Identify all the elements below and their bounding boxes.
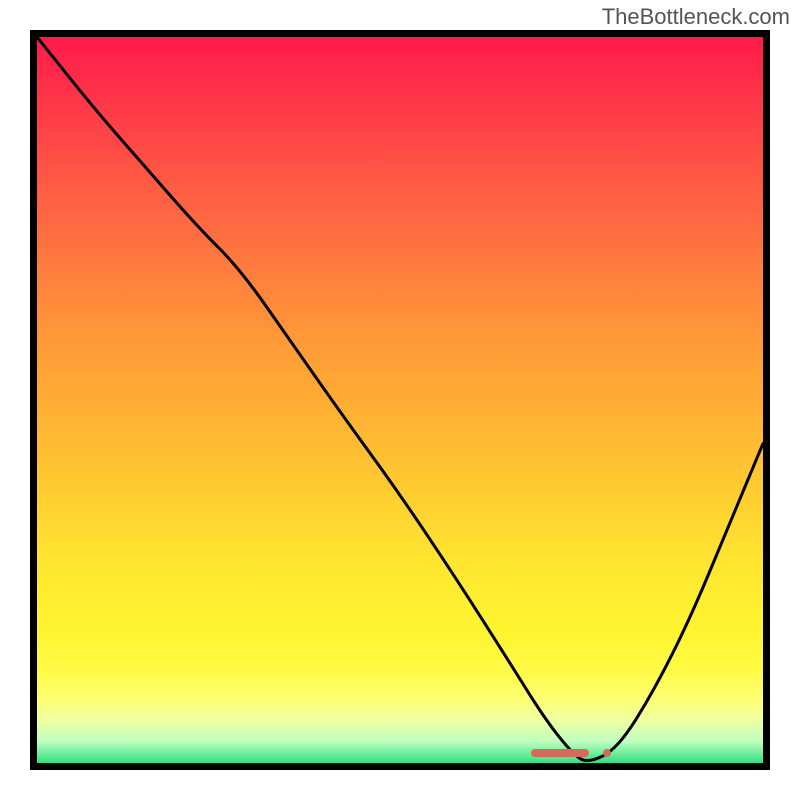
watermark-text: TheBottleneck.com	[602, 4, 790, 30]
bottleneck-curve	[37, 37, 763, 763]
optimal-range-marker	[531, 749, 589, 757]
chart-plot-area	[30, 30, 770, 770]
chart-container: TheBottleneck.com	[0, 0, 800, 800]
